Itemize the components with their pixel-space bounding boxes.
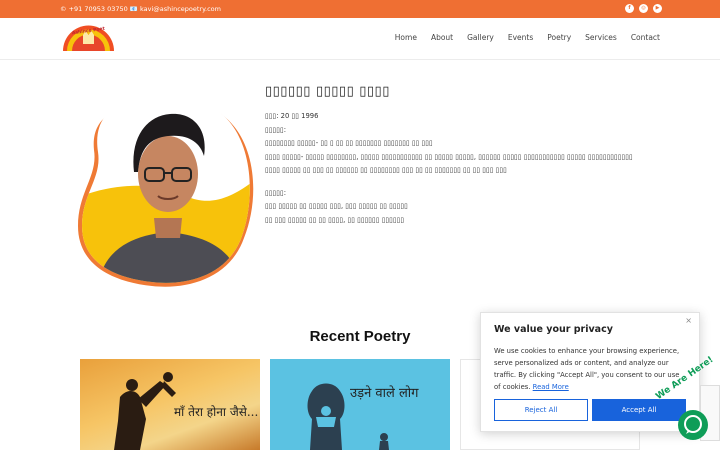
cookie-title: We value your privacy (494, 324, 613, 335)
nav-events[interactable]: Events (508, 33, 533, 42)
accept-all-button[interactable]: Accept All (592, 399, 686, 421)
nav-services[interactable]: Services (585, 33, 617, 42)
youtube-icon[interactable]: ▶ (653, 4, 662, 13)
poet-bio: ▯▯▯▯▯▯ ▯▯▯▯▯ ▯▯▯▯ ▯▯▯: 20 ▯▯ 1996 ▯▯▯▯▯:… (265, 84, 665, 227)
bio-quote-line: ▯▯ ▯▯▯ ▯▯▯▯▯ ▯▯ ▯▯ ▯▯▯▯, ▯▯ ▯▯▯▯▯▯ ▯▯▯▯▯… (265, 215, 405, 224)
bio-dob: ▯▯▯: 20 ▯▯ 1996 (265, 112, 319, 120)
bio-quote-line: ▯▯▯ ▯▯▯▯▯ ▯▯ ▯▯▯▯▯ ▯▯▯, ▯▯▯ ▯▯▯▯▯ ▯▯ ▯▯▯… (265, 202, 408, 210)
poetry-card[interactable]: उड़ने वाले लोग (270, 359, 450, 450)
navbar: Ashince Poet Home About Gallery Events P… (0, 18, 720, 60)
poetry-card-title: उड़ने वाले लोग (350, 386, 419, 401)
poetry-card-image (307, 383, 389, 450)
bio-education-line: ▯▯▯▯▯▯▯▯ ▯▯▯▯▯- ▯▯ ▯ ▯▯ ▯▯ ▯▯▯▯▯▯▯ ▯▯▯▯▯… (265, 139, 433, 147)
poetry-card-title: माँ तेरा होना जैसे... (174, 405, 259, 419)
facebook-icon[interactable]: f (625, 4, 634, 13)
close-icon[interactable]: × (685, 316, 692, 325)
bio-education-label: ▯▯▯▯▯: (265, 125, 286, 134)
cookie-banner: × We value your privacy We use cookies t… (480, 312, 700, 432)
top-bar: © +91 70953 03750 📧 kavi@ashincepoetry.c… (0, 0, 720, 18)
read-more-link[interactable]: Read More (533, 383, 569, 391)
nav-contact[interactable]: Contact (631, 33, 660, 42)
cookie-message: We use cookies to enhance your browsing … (494, 345, 686, 393)
poetry-card[interactable]: माँ तेरा होना जैसे... (80, 359, 260, 450)
main-nav: Home About Gallery Events Poetry Service… (395, 33, 660, 42)
site-logo[interactable]: Ashince Poet (61, 24, 116, 52)
bio-education-line: ▯▯▯▯ ▯▯▯▯▯ ▯▯ ▯▯▯ ▯▯ ▯▯▯▯▯▯ ▯▯ ▯▯▯▯▯▯▯▯ … (265, 166, 507, 174)
chat-icon (684, 415, 702, 434)
nav-poetry[interactable]: Poetry (547, 33, 571, 42)
poet-name: ▯▯▯▯▯▯ ▯▯▯▯▯ ▯▯▯▯ (265, 84, 390, 99)
contact-info[interactable]: © +91 70953 03750 📧 kavi@ashincepoetry.c… (60, 5, 221, 13)
social-links: f ◎ ▶ (625, 4, 662, 13)
instagram-icon[interactable]: ◎ (639, 4, 648, 13)
nav-about[interactable]: About (431, 33, 453, 42)
cookie-actions: Reject All Accept All (494, 399, 686, 421)
cookie-text: We use cookies to enhance your browsing … (494, 347, 680, 391)
bio-quote-label: ▯▯▯▯▯: (265, 188, 286, 197)
nav-home[interactable]: Home (395, 33, 417, 42)
bio-education-line: ▯▯▯▯ ▯▯▯▯▯- ▯▯▯▯▯ ▯▯▯▯▯▯▯▯, ▯▯▯▯▯ ▯▯▯▯▯▯… (265, 152, 633, 161)
poet-photo (78, 94, 254, 287)
reject-all-button[interactable]: Reject All (494, 399, 588, 421)
chat-button[interactable] (678, 410, 708, 440)
nav-gallery[interactable]: Gallery (467, 33, 494, 42)
